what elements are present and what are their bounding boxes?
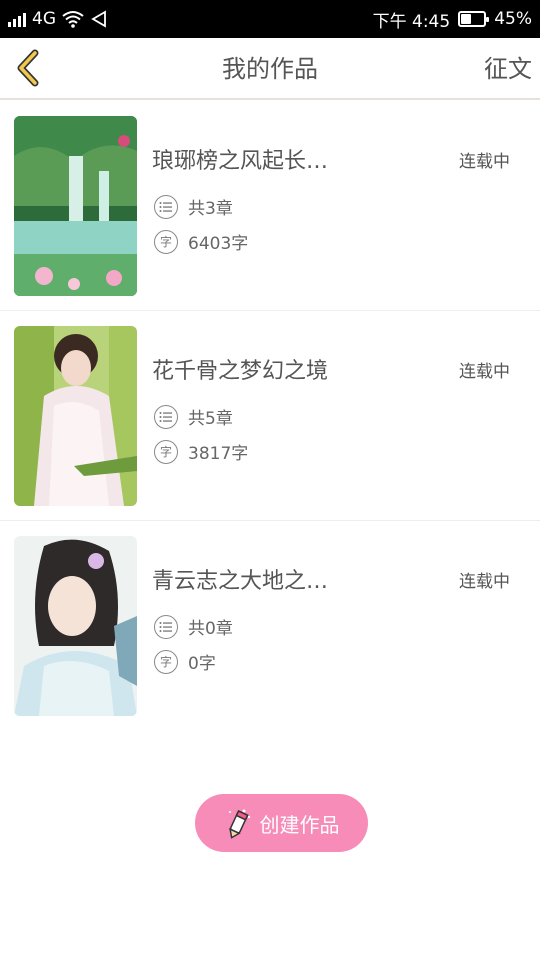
chapter-count: 共5章 bbox=[154, 404, 233, 429]
work-item[interactable]: 青云志之大地之… 连载中 共0章 字 0字 bbox=[0, 521, 540, 731]
work-status: 连载中 bbox=[459, 572, 510, 592]
work-status: 连载中 bbox=[459, 152, 510, 172]
pencil-icon bbox=[228, 809, 250, 839]
book-cover-image bbox=[14, 116, 137, 296]
chapter-count-text: 共3章 bbox=[188, 199, 233, 219]
create-work-label: 创建作品 bbox=[259, 812, 340, 837]
word-count-text: 0字 bbox=[188, 654, 216, 674]
network-type: 4G bbox=[32, 9, 56, 29]
word-count-text: 6403字 bbox=[188, 234, 249, 254]
chapter-count-text: 共0章 bbox=[188, 619, 233, 639]
list-circle-icon bbox=[154, 614, 178, 639]
chapter-count: 共3章 bbox=[154, 194, 233, 219]
book-cover-image bbox=[14, 536, 137, 716]
chapter-count-text: 共5章 bbox=[188, 409, 233, 429]
work-item[interactable]: 花千骨之梦幻之境 连载中 共5章 字 3817字 bbox=[0, 311, 540, 521]
wifi-icon bbox=[62, 11, 84, 28]
status-bar-right: 下午 4:45 45% bbox=[373, 0, 532, 38]
word-count: 字 3817字 bbox=[154, 439, 248, 464]
book-cover-image bbox=[14, 326, 137, 506]
status-bar-left: 4G bbox=[8, 0, 108, 38]
word-count: 字 0字 bbox=[154, 649, 216, 674]
word-count-icon: 字 bbox=[154, 439, 178, 464]
signal-icon bbox=[8, 11, 26, 27]
work-item[interactable]: 琅琊榜之风起长… 连载中 共3章 字 6403字 bbox=[0, 101, 540, 311]
word-count: 字 6403字 bbox=[154, 229, 248, 254]
work-title: 琅琊榜之风起长… bbox=[152, 149, 329, 174]
word-count-icon: 字 bbox=[154, 229, 178, 254]
create-work-button[interactable]: 创建作品 bbox=[195, 794, 368, 852]
battery-label: 45% bbox=[494, 9, 532, 29]
clock: 下午 4:45 bbox=[372, 11, 451, 32]
app-header: 我的作品 征文 bbox=[0, 38, 540, 100]
page-title: 我的作品 bbox=[222, 55, 318, 83]
status-bar: 4G 下午 4:45 45% bbox=[0, 0, 540, 38]
chapter-count: 共0章 bbox=[154, 614, 233, 639]
list-circle-icon bbox=[154, 194, 178, 219]
back-triangle-icon bbox=[91, 10, 106, 28]
work-title: 青云志之大地之… bbox=[152, 569, 329, 594]
battery-icon bbox=[458, 11, 490, 27]
work-status: 连载中 bbox=[459, 362, 510, 382]
works-list: 琅琊榜之风起长… 连载中 共3章 字 6403字 花千骨之梦幻之境 连载中 共5… bbox=[0, 101, 540, 731]
list-circle-icon bbox=[154, 404, 178, 429]
work-title: 花千骨之梦幻之境 bbox=[152, 359, 329, 384]
word-count-icon: 字 bbox=[154, 649, 178, 674]
word-count-text: 3817字 bbox=[188, 444, 249, 464]
contest-button[interactable]: 征文 bbox=[484, 38, 532, 100]
